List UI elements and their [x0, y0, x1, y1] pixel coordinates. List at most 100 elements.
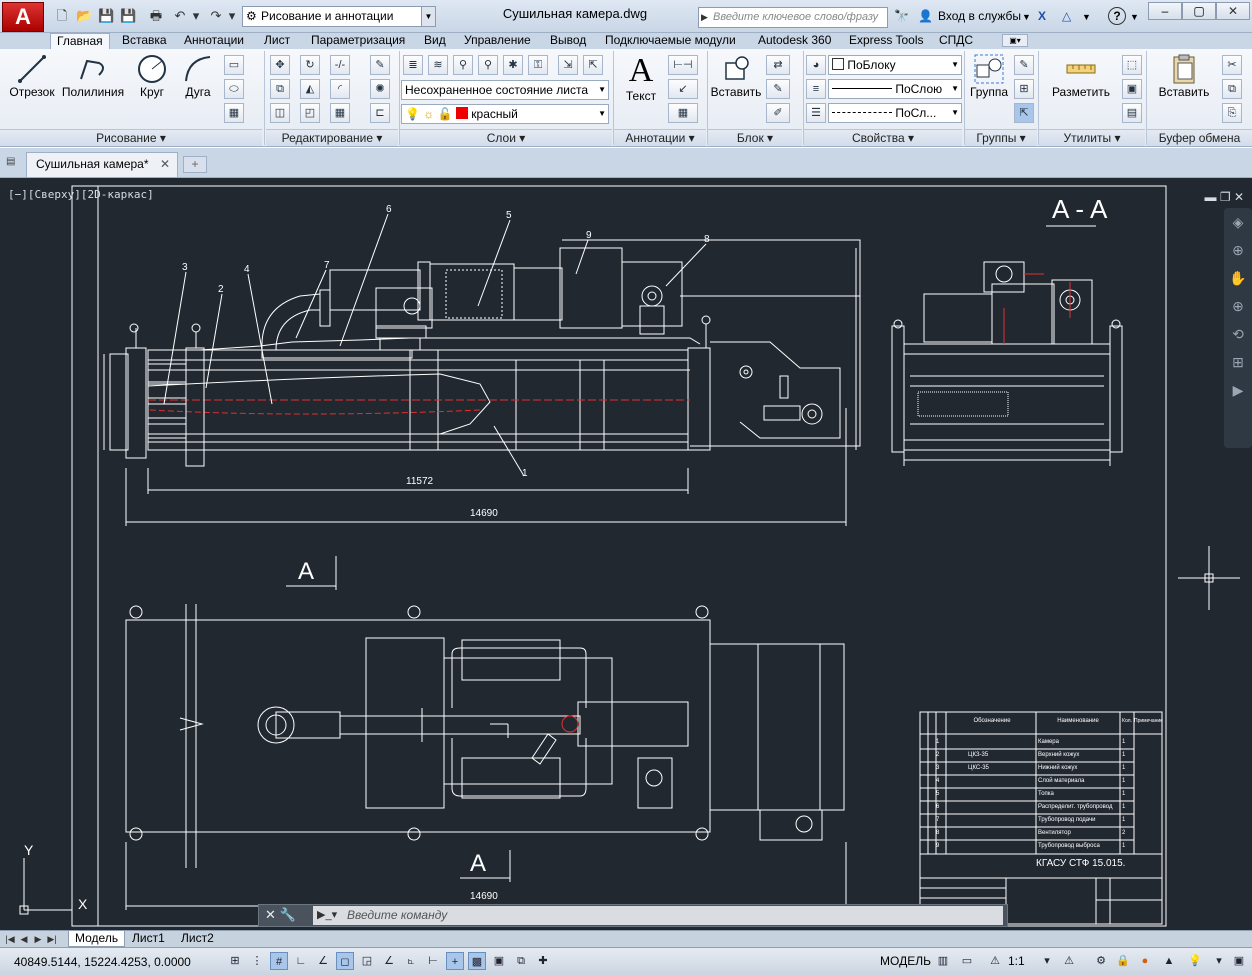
- layer-lock-icon[interactable]: ⚿: [528, 55, 548, 75]
- signin-button[interactable]: Вход в службы: [938, 9, 1021, 23]
- polar-icon[interactable]: ∠: [314, 952, 332, 970]
- annotation-visibility-icon[interactable]: ⚠: [986, 952, 1004, 970]
- annotation-scale-dropdown[interactable]: 1:1: [1008, 954, 1025, 968]
- auto-scale-icon[interactable]: ⚠: [1060, 952, 1078, 970]
- save-icon[interactable]: 💾: [98, 8, 114, 24]
- user-icon[interactable]: 👤: [918, 9, 933, 23]
- new-tab-button[interactable]: +: [183, 156, 207, 173]
- quick-properties-icon[interactable]: ▣: [490, 952, 508, 970]
- copy-icon[interactable]: ⧉: [270, 79, 290, 99]
- explode-icon[interactable]: ✺: [370, 79, 390, 99]
- tab-autodesk-360[interactable]: Autodesk 360: [752, 33, 837, 49]
- trim-icon[interactable]: -/-: [330, 55, 350, 75]
- coordinates-readout[interactable]: 40849.5144, 15224.4253, 0.0000: [14, 955, 191, 969]
- close-icon[interactable]: ✕: [160, 153, 170, 176]
- binoculars-icon[interactable]: 🔭: [894, 9, 909, 23]
- file-tab[interactable]: Сушильная камера* ✕: [26, 152, 178, 177]
- status-menu-icon[interactable]: ▾: [1210, 952, 1228, 970]
- tab-express-tools[interactable]: Express Tools: [843, 33, 929, 49]
- layer-state-dropdown[interactable]: Несохраненное состояние листа ▼: [401, 80, 609, 100]
- command-line-controls[interactable]: ✕ 🔧: [265, 907, 296, 923]
- layer-previous-icon[interactable]: ⇱: [583, 55, 603, 75]
- group-button[interactable]: Группа: [968, 53, 1010, 99]
- dyn-icon[interactable]: ⊢: [424, 952, 442, 970]
- tab-insert[interactable]: Вставка: [116, 33, 173, 49]
- utilities-panel-label[interactable]: Утилиты ▾: [1039, 129, 1145, 146]
- snap-icon[interactable]: ⋮: [248, 952, 266, 970]
- annotation-monitor-icon[interactable]: ✚: [534, 952, 552, 970]
- array-icon[interactable]: ▦: [330, 103, 350, 123]
- close-button[interactable]: ✕: [1216, 2, 1250, 20]
- line-button[interactable]: Отрезок: [6, 53, 58, 99]
- lock-ui-icon[interactable]: 🔒: [1114, 952, 1132, 970]
- hatch-icon[interactable]: ▦: [224, 103, 244, 123]
- tab-layout[interactable]: Лист: [258, 33, 296, 49]
- command-input[interactable]: ▶_▾ Введите команду: [313, 906, 1003, 925]
- grid-icon[interactable]: #: [270, 952, 288, 970]
- select-all-icon[interactable]: ▣: [1122, 79, 1142, 99]
- last-tab-icon[interactable]: ▶|: [46, 932, 58, 946]
- ducs-icon[interactable]: ⦜: [402, 952, 420, 970]
- print-icon[interactable]: 🖶: [148, 8, 164, 24]
- undo-dropdown-icon[interactable]: ▾: [188, 8, 204, 24]
- signin-dropdown-icon[interactable]: ▼: [1022, 12, 1031, 22]
- ellipse-icon[interactable]: ⬭: [224, 79, 244, 99]
- mirror-icon[interactable]: ◭: [300, 79, 320, 99]
- command-line[interactable]: ✕ 🔧 ▶_▾ Введите команду: [258, 904, 1008, 927]
- prev-tab-icon[interactable]: ◀: [18, 932, 30, 946]
- new-file-icon[interactable]: 🗋: [54, 8, 70, 24]
- scale-icon[interactable]: ◰: [300, 103, 320, 123]
- workspace-switch-icon[interactable]: ⚙: [1092, 952, 1110, 970]
- block-panel-label[interactable]: Блок ▾: [708, 129, 802, 146]
- redo-icon[interactable]: ↷: [208, 8, 224, 24]
- quick-select-icon[interactable]: ⬚: [1122, 55, 1142, 75]
- ribbon-toggle-button[interactable]: ▣▾: [1002, 34, 1028, 47]
- layer-properties-icon[interactable]: ≣: [403, 55, 423, 75]
- 3d-osnap-icon[interactable]: ◲: [358, 952, 376, 970]
- nav-icons[interactable]: ◈ ⊕ ✋ ⊕ ⟲ ⊞ ▶: [1224, 208, 1252, 404]
- tab-sheet1[interactable]: Лист1: [126, 931, 171, 947]
- color-dropdown[interactable]: ПоБлоку ▼: [828, 55, 962, 75]
- layer-match-icon[interactable]: ⇲: [558, 55, 578, 75]
- search-input[interactable]: ▶ Введите ключевое слово/фразу: [698, 7, 888, 28]
- osnap-icon[interactable]: ◻: [336, 952, 354, 970]
- edit-block-icon[interactable]: ✎: [766, 79, 790, 99]
- open-file-icon[interactable]: 📂: [76, 8, 92, 24]
- tab-output[interactable]: Вывод: [544, 33, 592, 49]
- lineweight-toggle-icon[interactable]: +: [446, 952, 464, 970]
- annotation-scale-chevron-icon[interactable]: ▾: [1038, 952, 1056, 970]
- groups-panel-label[interactable]: Группы ▾: [965, 129, 1037, 146]
- viewport-controls-label[interactable]: [−][Сверху][2D-каркас]: [8, 188, 154, 201]
- infer-constraints-icon[interactable]: ⊞: [226, 952, 244, 970]
- layers-panel-label[interactable]: Слои ▾: [400, 129, 612, 146]
- move-icon[interactable]: ✥: [270, 55, 290, 75]
- attribute-icon[interactable]: ✐: [766, 103, 790, 123]
- layer-off-icon[interactable]: ⚲: [453, 55, 473, 75]
- layer-isolate-icon[interactable]: ⚲: [478, 55, 498, 75]
- tab-view[interactable]: Вид: [418, 33, 452, 49]
- hardware-acceleration-icon[interactable]: ●: [1136, 952, 1154, 970]
- copy-clip-icon[interactable]: ⧉: [1222, 79, 1242, 99]
- application-menu-button[interactable]: A: [2, 2, 44, 32]
- arc-button[interactable]: Дуга: [178, 53, 218, 99]
- next-tab-icon[interactable]: ▶: [32, 932, 44, 946]
- fillet-icon[interactable]: ◜: [330, 79, 350, 99]
- list-icon[interactable]: ☰: [806, 103, 826, 123]
- redo-dropdown-icon[interactable]: ▾: [224, 8, 240, 24]
- paste-button[interactable]: Вставить: [1152, 53, 1216, 99]
- draw-panel-label[interactable]: Рисование ▾: [0, 129, 262, 146]
- quick-view-drawings-icon[interactable]: ▭: [958, 952, 976, 970]
- model-space-button[interactable]: МОДЕЛЬ: [880, 954, 931, 968]
- modify-panel-label[interactable]: Редактирование ▾: [266, 129, 398, 146]
- rectangle-icon[interactable]: ▭: [224, 55, 244, 75]
- text-button[interactable]: A Текст: [620, 53, 662, 104]
- autodesk-360-icon[interactable]: △: [1062, 9, 1071, 23]
- first-tab-icon[interactable]: |◀: [4, 932, 16, 946]
- save-as-icon[interactable]: 💾: [120, 8, 136, 24]
- selection-cycling-icon[interactable]: ⧉: [512, 952, 530, 970]
- group-edit-icon[interactable]: ⊞: [1014, 79, 1034, 99]
- drawing-viewport[interactable]: [−][Сверху][2D-каркас] ▬ ❐ ✕ А-А 11572 1…: [0, 178, 1252, 930]
- workspace-dropdown[interactable]: ⚙ Рисование и аннотации ▼: [242, 6, 436, 27]
- rotate-icon[interactable]: ↻: [300, 55, 320, 75]
- maximize-button[interactable]: ▢: [1182, 2, 1216, 20]
